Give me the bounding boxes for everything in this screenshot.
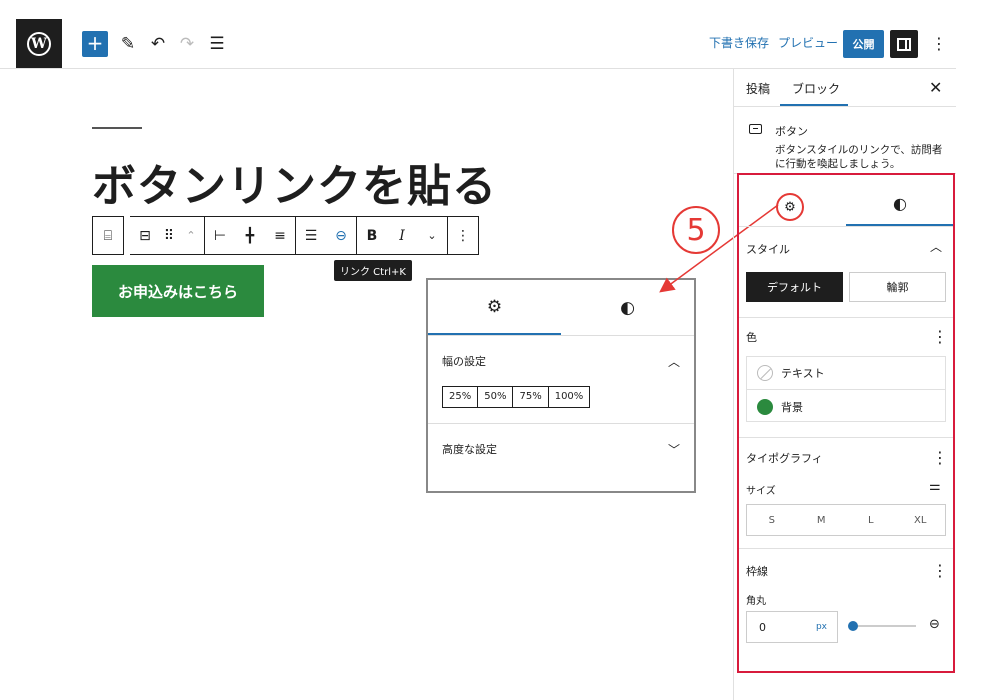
block-toolbar: ⌸ ⊟ ⠿ ⌃ ⊢ ╋ ≡ ☰ ⊖ B I ⌄ ⋮ — [92, 216, 479, 255]
bold-button[interactable]: B — [357, 217, 387, 254]
wordpress-icon: W — [27, 32, 51, 56]
block-card-title: ボタン — [775, 125, 808, 138]
options-group: ⋮ — [448, 216, 479, 255]
width-50-button[interactable]: 50% — [478, 386, 514, 408]
width-25-button[interactable]: 25% — [442, 386, 479, 408]
drag-handle-icon[interactable]: ⠿ — [160, 217, 178, 254]
width-75-button[interactable]: 75% — [513, 386, 549, 408]
text-format-group: ☰ ⊖ — [296, 216, 357, 255]
width-settings-header[interactable]: 幅の設定 ︿ — [428, 336, 694, 386]
more-formats-icon[interactable]: ⌄ — [417, 217, 447, 254]
tab-block[interactable]: ブロック — [792, 80, 840, 97]
italic-button[interactable]: I — [387, 217, 417, 254]
chevron-down-icon: ﹀ — [667, 442, 680, 457]
sidebar-icon — [897, 37, 911, 51]
redo-icon[interactable]: ↷ — [176, 31, 198, 57]
wordpress-logo[interactable]: W — [16, 19, 62, 69]
align-left-icon[interactable]: ⊢ — [205, 217, 235, 254]
justify-icon[interactable]: ≡ — [265, 217, 295, 254]
undo-icon[interactable]: ↶ — [147, 31, 169, 57]
chevron-up-icon: ︿ — [667, 354, 680, 369]
block-card-description: ボタンスタイルのリンクで、訪問者に行動を喚起しましょう。 — [775, 144, 943, 170]
cta-button-block[interactable]: お申込みはこちら — [92, 265, 264, 317]
text-align-icon[interactable]: ☰ — [296, 217, 326, 254]
width-100-button[interactable]: 100% — [548, 386, 591, 408]
parent-block-group: ⌸ — [92, 216, 124, 255]
link-icon[interactable]: ⊖ — [326, 217, 356, 254]
link-tooltip: リンク Ctrl+K — [334, 260, 412, 281]
publish-button[interactable]: 公開 — [843, 30, 884, 58]
alignment-group: ⊢ ╋ ≡ — [205, 216, 296, 255]
popup-settings-tab[interactable]: ⚙ — [428, 280, 561, 335]
highlight-frame — [737, 173, 955, 673]
step-number-badge: 5 — [672, 206, 720, 254]
align-center-icon[interactable]: ╋ — [235, 217, 265, 254]
inline-format-group: B I ⌄ — [357, 216, 448, 255]
save-draft-button[interactable]: 下書き保存 — [709, 34, 769, 51]
contrast-icon: ◐ — [620, 297, 635, 318]
zoomed-settings-popup: ⚙ ◐ 幅の設定 ︿ 25% 50% 75% 100% 高度な設定 ﹀ — [426, 278, 696, 493]
options-menu-icon[interactable]: ⋮ — [931, 34, 947, 53]
add-block-button[interactable]: + — [82, 31, 108, 57]
active-tab-indicator — [780, 104, 848, 106]
settings-panel-toggle[interactable] — [890, 30, 918, 58]
tab-post[interactable]: 投稿 — [746, 80, 770, 97]
advanced-settings-title: 高度な設定 — [442, 443, 497, 456]
width-settings-title: 幅の設定 — [442, 355, 486, 368]
button-block-icon[interactable]: ⊟ — [130, 217, 160, 254]
close-icon[interactable]: ✕ — [929, 78, 942, 97]
separator-block — [92, 127, 142, 129]
move-updown-icon[interactable]: ⌃ — [178, 217, 204, 254]
advanced-settings-header[interactable]: 高度な設定 ﹀ — [428, 424, 694, 474]
buttons-parent-icon[interactable]: ⌸ — [93, 217, 123, 254]
block-type-group: ⊟ ⠿ ⌃ — [130, 216, 205, 255]
gear-icon: ⚙ — [486, 296, 503, 317]
list-view-icon[interactable]: ☰ — [206, 31, 228, 57]
block-options-icon[interactable]: ⋮ — [448, 217, 478, 254]
preview-button[interactable]: プレビュー — [778, 34, 838, 51]
button-block-icon — [749, 124, 762, 134]
page-heading[interactable]: ボタンリンクを貼る — [92, 150, 497, 214]
width-options: 25% 50% 75% 100% — [442, 386, 694, 408]
pencil-icon[interactable]: ✎ — [117, 31, 139, 57]
